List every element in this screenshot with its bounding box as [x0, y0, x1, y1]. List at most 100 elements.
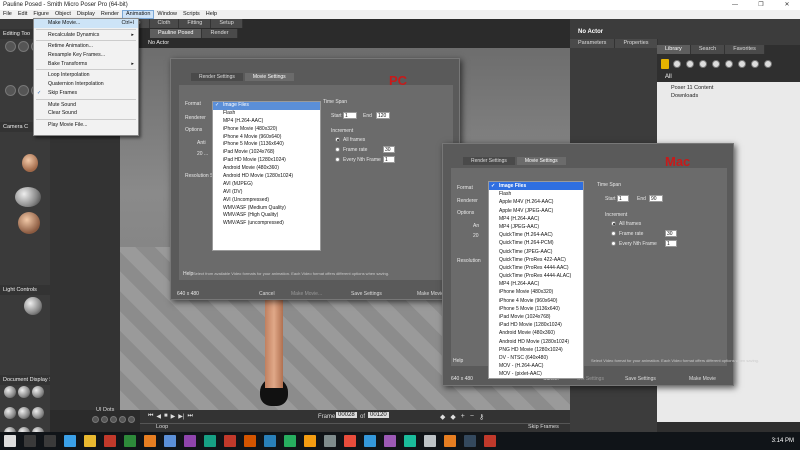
- mac-nth-frame-input[interactable]: 1: [665, 240, 677, 247]
- play-icon[interactable]: ▶: [171, 413, 176, 420]
- pc-option-20[interactable]: 20 ...: [197, 151, 208, 157]
- app-icon[interactable]: [224, 435, 236, 447]
- app-icon[interactable]: [464, 435, 476, 447]
- app-icon[interactable]: [184, 435, 196, 447]
- mac-format-option[interactable]: MOV - (pixlet-AAC): [489, 370, 583, 378]
- display-style-icon[interactable]: [4, 406, 16, 419]
- mac-format-option[interactable]: Android HD Movie (1280x1024): [489, 338, 583, 346]
- menu-item-bake-transforms[interactable]: Bake Transforms ▸: [34, 60, 138, 69]
- minimize-button[interactable]: —: [722, 0, 748, 10]
- mac-radio-frame-rate[interactable]: [611, 231, 616, 236]
- ui-dot-icon[interactable]: [101, 416, 108, 423]
- tab-library[interactable]: Library: [657, 45, 691, 54]
- task-view-icon[interactable]: [44, 435, 56, 447]
- close-button[interactable]: ✕: [774, 0, 800, 10]
- pc-format-option[interactable]: MP4 (H.264-AAC): [213, 118, 320, 126]
- rotate-tool-icon[interactable]: [5, 41, 16, 52]
- pc-format-option[interactable]: Android HD Movie (1280x1024): [213, 173, 320, 181]
- mac-radio-nth-frame[interactable]: [611, 241, 616, 246]
- mac-end-input[interactable]: 90: [649, 195, 663, 202]
- maximize-button[interactable]: ❐: [748, 0, 774, 10]
- step-forward-icon[interactable]: ▶|: [178, 413, 184, 420]
- menu-item-recalculate-dynamics[interactable]: Recalculate Dynamics ▸: [34, 31, 138, 40]
- mac-format-option[interactable]: MP4 (H.264-AAC): [489, 215, 583, 223]
- mac-format-option[interactable]: DV - NTSC (640x480): [489, 354, 583, 362]
- menu-item-play-movie-file[interactable]: Play Movie File...: [34, 121, 138, 130]
- pc-make-movie-button[interactable]: Make Movie: [417, 291, 444, 297]
- tree-item-downloads[interactable]: Downloads: [657, 92, 800, 100]
- camera-trackball-icon[interactable]: [15, 187, 41, 207]
- pc-cancel-button[interactable]: Cancel: [259, 291, 275, 297]
- app-icon[interactable]: [444, 435, 456, 447]
- pc-format-option[interactable]: WMV/ASF (Medium Quality): [213, 205, 320, 213]
- rewind-icon[interactable]: ⏮: [148, 413, 153, 420]
- remove-key-icon[interactable]: −: [470, 413, 474, 421]
- mac-format-option[interactable]: PNG HD Movie (1280x1024): [489, 346, 583, 354]
- mac-format-option[interactable]: MOV - (H.264-AAC): [489, 362, 583, 370]
- pc-format-option[interactable]: iPhone 4 Movie (960x640): [213, 134, 320, 142]
- hair-category-icon[interactable]: [699, 60, 707, 68]
- menu-window[interactable]: Window: [154, 10, 180, 19]
- hands-category-icon[interactable]: [712, 60, 720, 68]
- mac-option-20[interactable]: 20: [473, 233, 479, 239]
- display-style-icon[interactable]: [18, 406, 30, 419]
- loop-label[interactable]: Loop: [156, 424, 168, 430]
- figures-category-icon[interactable]: [661, 59, 669, 69]
- app-icon[interactable]: [484, 435, 496, 447]
- app-icon[interactable]: [164, 435, 176, 447]
- menu-item-quaternion-interpolation[interactable]: Quaternion Interpolation: [34, 80, 138, 89]
- app-icon[interactable]: [344, 435, 356, 447]
- fast-forward-icon[interactable]: ⏭: [187, 413, 192, 420]
- display-style-icon[interactable]: [4, 386, 16, 398]
- menu-item-clear-sound[interactable]: Clear Sound: [34, 109, 138, 118]
- timeline-track[interactable]: [140, 423, 570, 424]
- menu-help[interactable]: Help: [203, 10, 220, 19]
- mac-tab-movie-settings[interactable]: Movie Settings: [516, 157, 566, 165]
- skip-frames-label[interactable]: Skip Frames: [528, 424, 559, 430]
- app-icon[interactable]: [424, 435, 436, 447]
- mac-format-option[interactable]: Apple M4V (JPEG-AAC): [489, 207, 583, 215]
- light-sphere-icon[interactable]: [24, 297, 42, 315]
- menu-item-skip-frames[interactable]: ✓ Skip Frames: [34, 89, 138, 98]
- tab-search[interactable]: Search: [690, 45, 726, 54]
- tab-favorites[interactable]: Favorites: [725, 45, 765, 54]
- mac-format-option[interactable]: iPad HD Movie (1280x1024): [489, 321, 583, 329]
- menu-file[interactable]: File: [0, 10, 15, 19]
- tree-item-poser-content[interactable]: Poser 11 Content: [657, 82, 800, 92]
- mac-format-option[interactable]: ✓ Image Files: [489, 182, 583, 191]
- search-icon[interactable]: [24, 435, 36, 447]
- twist-tool-icon[interactable]: [18, 41, 29, 52]
- mac-format-option[interactable]: QuickTime (H.264-AAC): [489, 231, 583, 239]
- ui-dot-icon[interactable]: [92, 416, 99, 423]
- app-icon[interactable]: [284, 435, 296, 447]
- pc-format-option[interactable]: Android Movie (480x360): [213, 165, 320, 173]
- pc-save-settings-button[interactable]: Save Settings: [351, 291, 382, 297]
- pc-tab-render-settings[interactable]: Render Settings: [191, 73, 243, 81]
- mac-format-option[interactable]: QuickTime (ProRes 4444-ALAC): [489, 272, 583, 280]
- pc-end-input[interactable]: 120: [376, 112, 390, 119]
- pc-radio-nth-frame[interactable]: [335, 157, 340, 162]
- expressions-category-icon[interactable]: [686, 60, 694, 68]
- pc-format-option[interactable]: AVI (DV): [213, 189, 320, 197]
- app-icon[interactable]: [404, 435, 416, 447]
- mac-format-dropdown[interactable]: ✓ Image Files Flash Apple M4V (H.264-AAC)…: [488, 181, 584, 379]
- pc-start-input[interactable]: 1: [343, 112, 357, 119]
- materials-category-icon[interactable]: [764, 60, 772, 68]
- mac-format-option[interactable]: QuickTime (H.264-PCM): [489, 239, 583, 247]
- menu-item-loop-interpolation[interactable]: Loop Interpolation: [34, 71, 138, 80]
- mac-start-input[interactable]: 1: [617, 195, 629, 202]
- mac-format-option[interactable]: iPad Movie (1024x768): [489, 313, 583, 321]
- display-style-icon[interactable]: [18, 386, 30, 398]
- menu-item-make-movie[interactable]: Make Movie... Ctrl+I: [34, 19, 138, 28]
- props-category-icon[interactable]: [725, 60, 733, 68]
- app-icon[interactable]: [144, 435, 156, 447]
- menu-edit[interactable]: Edit: [15, 10, 30, 19]
- current-frame-field[interactable]: 00028: [336, 412, 357, 418]
- add-key-icon[interactable]: +: [461, 413, 465, 421]
- pc-radio-frame-rate[interactable]: [335, 147, 340, 152]
- app-icon[interactable]: [324, 435, 336, 447]
- pc-format-option[interactable]: WMV/ASF (High Quality): [213, 212, 320, 220]
- pc-frame-rate-input[interactable]: 30: [383, 146, 395, 153]
- mac-radio-all-frames[interactable]: [611, 221, 616, 226]
- mac-save-settings-button[interactable]: Save Settings: [625, 376, 656, 382]
